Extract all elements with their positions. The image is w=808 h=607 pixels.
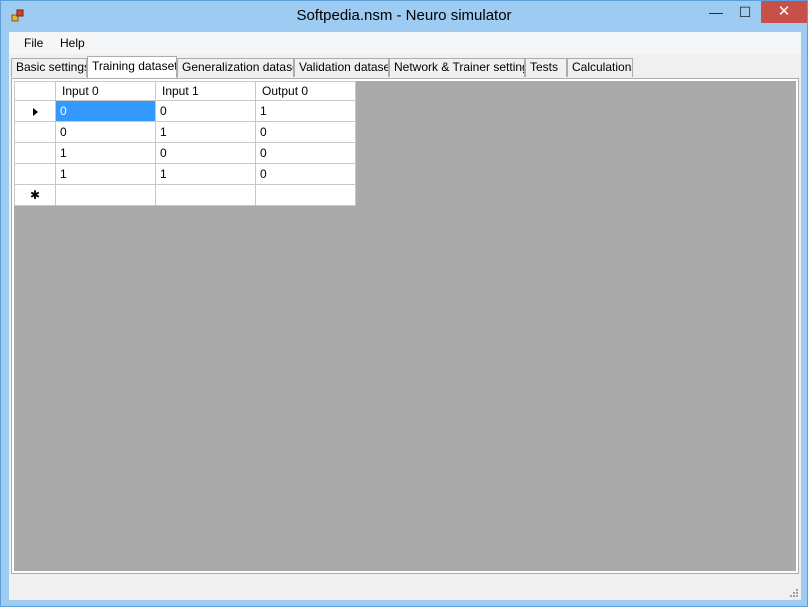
table-cell[interactable] <box>155 184 256 206</box>
table-cell[interactable]: 1 <box>155 121 256 143</box>
tab-panel-training-dataset: Input 0 Input 1 Output 0 0 0 1 0 1 0 1 0… <box>11 78 799 574</box>
row-header[interactable] <box>14 142 56 164</box>
table-row: 1 0 0 <box>14 142 356 164</box>
menu-bar: File Help <box>9 32 801 54</box>
table-cell[interactable]: 0 <box>55 100 156 122</box>
maximize-button[interactable]: ☐ <box>731 1 759 23</box>
table-cell[interactable]: 0 <box>255 121 356 143</box>
tab-basic-settings[interactable]: Basic settings <box>11 58 87 77</box>
tab-calculations[interactable]: Calculations <box>567 58 633 77</box>
table-cell[interactable]: 0 <box>255 142 356 164</box>
current-row-pointer-icon <box>32 107 38 116</box>
column-header-output-0[interactable]: Output 0 <box>255 81 356 101</box>
table-cell[interactable]: 0 <box>55 121 156 143</box>
application-window: Softpedia.nsm - Neuro simulator — ☐ ✕ Fi… <box>0 0 808 607</box>
table-row: 0 1 0 <box>14 121 356 143</box>
table-cell[interactable]: 0 <box>155 142 256 164</box>
window-title: Softpedia.nsm - Neuro simulator <box>296 7 512 24</box>
table-cell[interactable]: 1 <box>55 163 156 185</box>
data-grid[interactable]: Input 0 Input 1 Output 0 0 0 1 0 1 0 1 0… <box>14 81 796 571</box>
table-cell[interactable]: 0 <box>155 100 256 122</box>
row-header[interactable] <box>14 121 56 143</box>
new-row-icon[interactable]: ✱ <box>14 184 56 206</box>
table-cell[interactable]: 1 <box>255 100 356 122</box>
table-cell[interactable] <box>255 184 356 206</box>
table-cell[interactable]: 1 <box>55 142 156 164</box>
table-row: 1 1 0 <box>14 163 356 185</box>
row-header[interactable] <box>14 163 56 185</box>
title-bar[interactable]: Softpedia.nsm - Neuro simulator — ☐ ✕ <box>1 1 807 32</box>
tab-validation-dataset[interactable]: Validation dataset <box>294 58 389 77</box>
tab-generalization-dataset[interactable]: Generalization dataset <box>177 58 294 77</box>
header-row: Input 0 Input 1 Output 0 <box>14 81 356 101</box>
menu-file[interactable]: File <box>24 36 43 50</box>
table-cell[interactable] <box>55 184 156 206</box>
tab-training-dataset[interactable]: Training dataset <box>87 56 177 78</box>
resize-grip-icon[interactable] <box>789 588 799 598</box>
tab-strip: Basic settings Training dataset Generali… <box>9 56 801 78</box>
column-header-input-1[interactable]: Input 1 <box>155 81 256 101</box>
close-button[interactable]: ✕ <box>761 1 807 23</box>
table-cell[interactable]: 1 <box>155 163 256 185</box>
status-bar <box>9 578 801 600</box>
new-row: ✱ <box>14 184 356 206</box>
column-header-input-0[interactable]: Input 0 <box>55 81 156 101</box>
client-area: File Help Basic settings Training datase… <box>9 32 801 600</box>
training-data-table: Input 0 Input 1 Output 0 0 0 1 0 1 0 1 0… <box>14 81 356 206</box>
tab-network-trainer-settings[interactable]: Network & Trainer settings <box>389 58 525 77</box>
menu-help[interactable]: Help <box>60 36 85 50</box>
row-header[interactable] <box>14 100 56 122</box>
tab-tests[interactable]: Tests <box>525 58 567 77</box>
corner-header[interactable] <box>14 81 56 101</box>
minimize-button[interactable]: — <box>701 1 731 23</box>
table-row: 0 0 1 <box>14 100 356 122</box>
table-cell[interactable]: 0 <box>255 163 356 185</box>
